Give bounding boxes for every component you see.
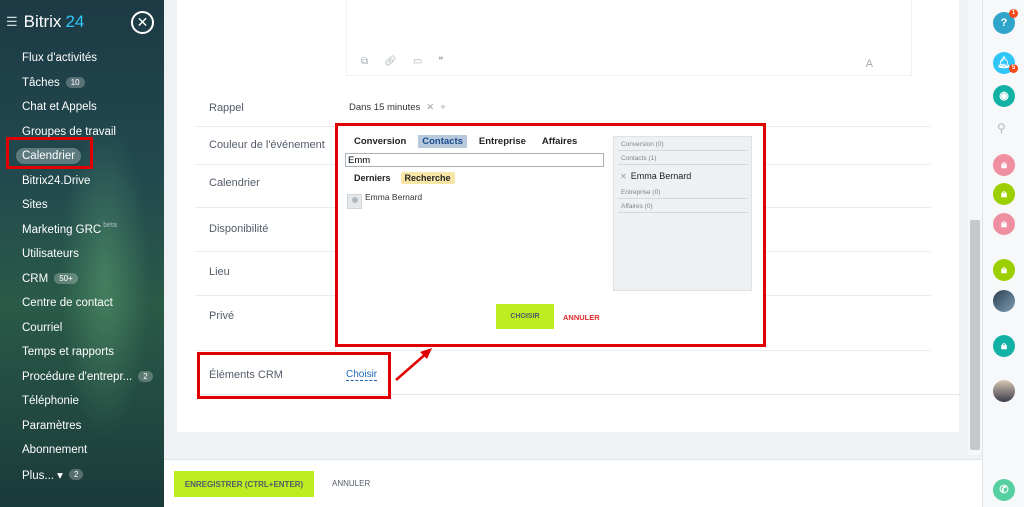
sidebar-item-taches[interactable]: Tâches 10	[0, 71, 164, 96]
tab-conversion[interactable]: Conversion	[350, 135, 410, 148]
beta-label: beta	[103, 221, 117, 229]
scrollbar[interactable]	[968, 0, 982, 455]
form-footer: ENREGISTRER (CTRL+ENTER) ANNULER	[164, 459, 982, 507]
dialog-tabs: Conversion Contacts Entreprise Affaires	[350, 135, 581, 148]
sidebar-item-chat[interactable]: Chat et Appels	[0, 95, 164, 120]
sidebar-item-parametres[interactable]: Paramètres	[0, 414, 164, 439]
tab-affaires[interactable]: Affaires	[538, 135, 581, 148]
arrow-icon	[395, 348, 432, 381]
prive-label: Privé	[209, 310, 235, 322]
phone-icon[interactable]: ✆	[993, 479, 1015, 501]
section-contacts: Contacts (1)	[618, 151, 747, 165]
sidebar-item-flux[interactable]: Flux d'activités	[0, 46, 164, 71]
add-icon[interactable]: +	[440, 102, 446, 113]
search-input[interactable]	[345, 153, 604, 167]
link-icon[interactable]: 🔗︎	[384, 56, 397, 67]
left-sidebar: ☰ Bitrix 24 ✕ Flux d'activités Tâches 10 C…	[0, 0, 164, 507]
sidebar-item-groupes[interactable]: Groupes de travail	[0, 120, 164, 145]
lock-icon[interactable]: 🔒︎	[993, 154, 1015, 176]
save-button[interactable]: ENREGISTRER (CTRL+ENTER)	[174, 471, 314, 497]
search-result-item[interactable]: Emma Bernard	[347, 192, 422, 209]
sidebar-item-calendrier[interactable]: Calendrier	[0, 144, 164, 169]
scrollbar-thumb[interactable]	[970, 220, 980, 450]
selected-item: ✕ Emma Bernard	[614, 165, 751, 185]
menu-icon[interactable]: ☰	[6, 14, 18, 30]
lock-icon[interactable]: 🔒︎	[993, 335, 1015, 357]
remove-icon[interactable]: ✕	[426, 102, 434, 113]
avatar[interactable]	[993, 290, 1015, 312]
crm-selector-dialog: Conversion Contacts Entreprise Affaires …	[338, 126, 762, 342]
counter-badge: 10	[65, 77, 85, 89]
close-icon[interactable]: ✕	[131, 11, 154, 34]
sidebar-item-procedure[interactable]: Procédure d'entrepr... 2	[0, 365, 164, 390]
sidebar-item-courriel[interactable]: Courriel	[0, 316, 164, 341]
sidebar-item-temps[interactable]: Temps et rapports	[0, 340, 164, 365]
description-editor[interactable]: ⧉ 🔗︎ ▭ ❞ A	[346, 0, 912, 76]
sidebar-item-centre-contact[interactable]: Centre de contact	[0, 291, 164, 316]
couleur-label: Couleur de l'événement	[209, 139, 325, 151]
contact-avatar-icon	[347, 194, 362, 209]
choose-button[interactable]: CHOISIR	[496, 304, 554, 329]
lieu-label: Lieu	[209, 266, 230, 278]
sidebar-item-plus[interactable]: Plus... ▾ 2	[0, 463, 164, 488]
highlight-crm	[197, 352, 391, 399]
dialog-cancel-button[interactable]: ANNULER	[563, 313, 600, 322]
sidebar-item-drive[interactable]: Bitrix24.Drive	[0, 169, 164, 194]
tab-derniers[interactable]: Derniers	[350, 172, 395, 184]
search-icon[interactable]: ⚲	[997, 121, 1006, 135]
calendrier-label: Calendrier	[209, 177, 260, 189]
lock-icon[interactable]: 🔒︎	[993, 259, 1015, 281]
help-badge: 1	[1009, 9, 1018, 18]
help-icon[interactable]: ? 1	[993, 9, 1018, 34]
lock-icon[interactable]: 🔒︎	[993, 213, 1015, 235]
sidebar-item-telephonie[interactable]: Téléphonie	[0, 389, 164, 414]
section-conversion: Conversion (0)	[618, 137, 747, 151]
result-name: Emma Bernard	[365, 192, 423, 202]
brand: ☰ Bitrix 24	[6, 12, 84, 32]
chat-icon[interactable]: ◉	[993, 85, 1015, 107]
tab-recherche[interactable]: Recherche	[400, 172, 455, 184]
tab-contacts[interactable]: Contacts	[418, 135, 467, 148]
sidebar-item-sites[interactable]: Sites	[0, 193, 164, 218]
remove-icon[interactable]: ✕	[620, 172, 627, 181]
sidebar-item-abonnement[interactable]: Abonnement	[0, 438, 164, 463]
selected-panel: Conversion (0) Contacts (1) ✕ Emma Berna…	[613, 136, 752, 291]
sidebar-item-marketing[interactable]: Marketing GRC beta	[0, 218, 164, 243]
tab-entreprise[interactable]: Entreprise	[475, 135, 530, 148]
counter-badge: 2	[138, 371, 153, 383]
selected-name: Emma Bernard	[630, 171, 692, 181]
sidebar-menu: Flux d'activités Tâches 10 Chat et Appels…	[0, 46, 164, 487]
rappel-label: Rappel	[209, 102, 244, 114]
bell-icon[interactable]: 🔔︎ 5	[993, 52, 1018, 74]
text-format-icon[interactable]: A	[866, 58, 873, 70]
avatar[interactable]	[993, 380, 1015, 402]
disponibilite-label: Disponibilité	[209, 223, 269, 235]
rappel-value[interactable]: Dans 15 minutes ✕ +	[349, 102, 446, 113]
notif-badge: 5	[1009, 64, 1018, 73]
row-rappel: Rappel	[195, 92, 931, 127]
section-entreprise: Entreprise (0)	[618, 185, 747, 199]
lock-icon[interactable]: 🔒︎	[993, 183, 1015, 205]
video-icon[interactable]: ▭	[413, 56, 422, 67]
sidebar-item-utilisateurs[interactable]: Utilisateurs	[0, 242, 164, 267]
counter-badge: 50+	[54, 273, 78, 285]
sidebar-item-crm[interactable]: CRM 50+	[0, 267, 164, 292]
image-icon[interactable]: ⧉	[361, 56, 368, 67]
brand-logo[interactable]: Bitrix 24	[24, 12, 85, 32]
cancel-button[interactable]: ANNULER	[332, 479, 370, 488]
quote-icon[interactable]: ❞	[438, 56, 443, 67]
right-sidebar: ? 1 🔔︎ 5 ◉ ⚲ 🔒︎ 🔒︎ 🔒︎ 🔒︎ 🔒︎ ✆	[982, 0, 1024, 507]
section-affaires: Affaires (0)	[618, 199, 747, 213]
editor-toolbar: ⧉ 🔗︎ ▭ ❞	[361, 56, 444, 67]
dialog-subtabs: Derniers Recherche	[350, 172, 455, 184]
counter-badge: 2	[68, 469, 84, 481]
